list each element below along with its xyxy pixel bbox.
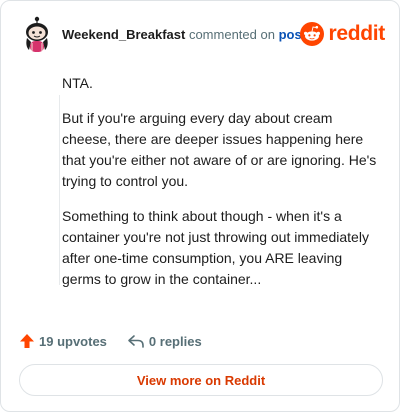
comment-body: NTA. But if you're arguing every day abo… <box>62 73 380 304</box>
view-more-button[interactable]: View more on Reddit <box>19 364 383 396</box>
embedded-comment-card: Weekend_Breakfast commented on post redd… <box>0 0 400 412</box>
action-text: commented on <box>188 27 275 42</box>
username-link[interactable]: Weekend_Breakfast <box>62 27 185 42</box>
comment-header: Weekend_Breakfast commented on post redd… <box>21 16 385 52</box>
user-avatar[interactable] <box>21 16 53 52</box>
thread-line <box>59 95 60 285</box>
upvote-arrow-icon <box>20 334 34 348</box>
upvote-count: 19 upvotes <box>39 333 107 349</box>
upvote-stat[interactable]: 19 upvotes <box>19 333 107 349</box>
reply-arrow-icon <box>128 335 144 348</box>
comment-stats: 19 upvotes 0 replies <box>19 331 202 351</box>
reddit-wordmark: reddit <box>328 22 385 45</box>
comment-paragraph: But if you're arguing every day about cr… <box>62 110 377 189</box>
comment-byline: Weekend_Breakfast commented on post <box>62 27 306 42</box>
comment-paragraph: Something to think about though - when i… <box>62 208 369 287</box>
reply-stat[interactable]: 0 replies <box>127 333 202 349</box>
reply-count: 0 replies <box>148 333 202 349</box>
snoo-avatar-icon <box>26 16 48 52</box>
comment-paragraph: NTA. <box>62 75 93 91</box>
reddit-brand-link[interactable]: reddit <box>300 20 385 48</box>
reddit-logo-icon <box>300 22 325 46</box>
